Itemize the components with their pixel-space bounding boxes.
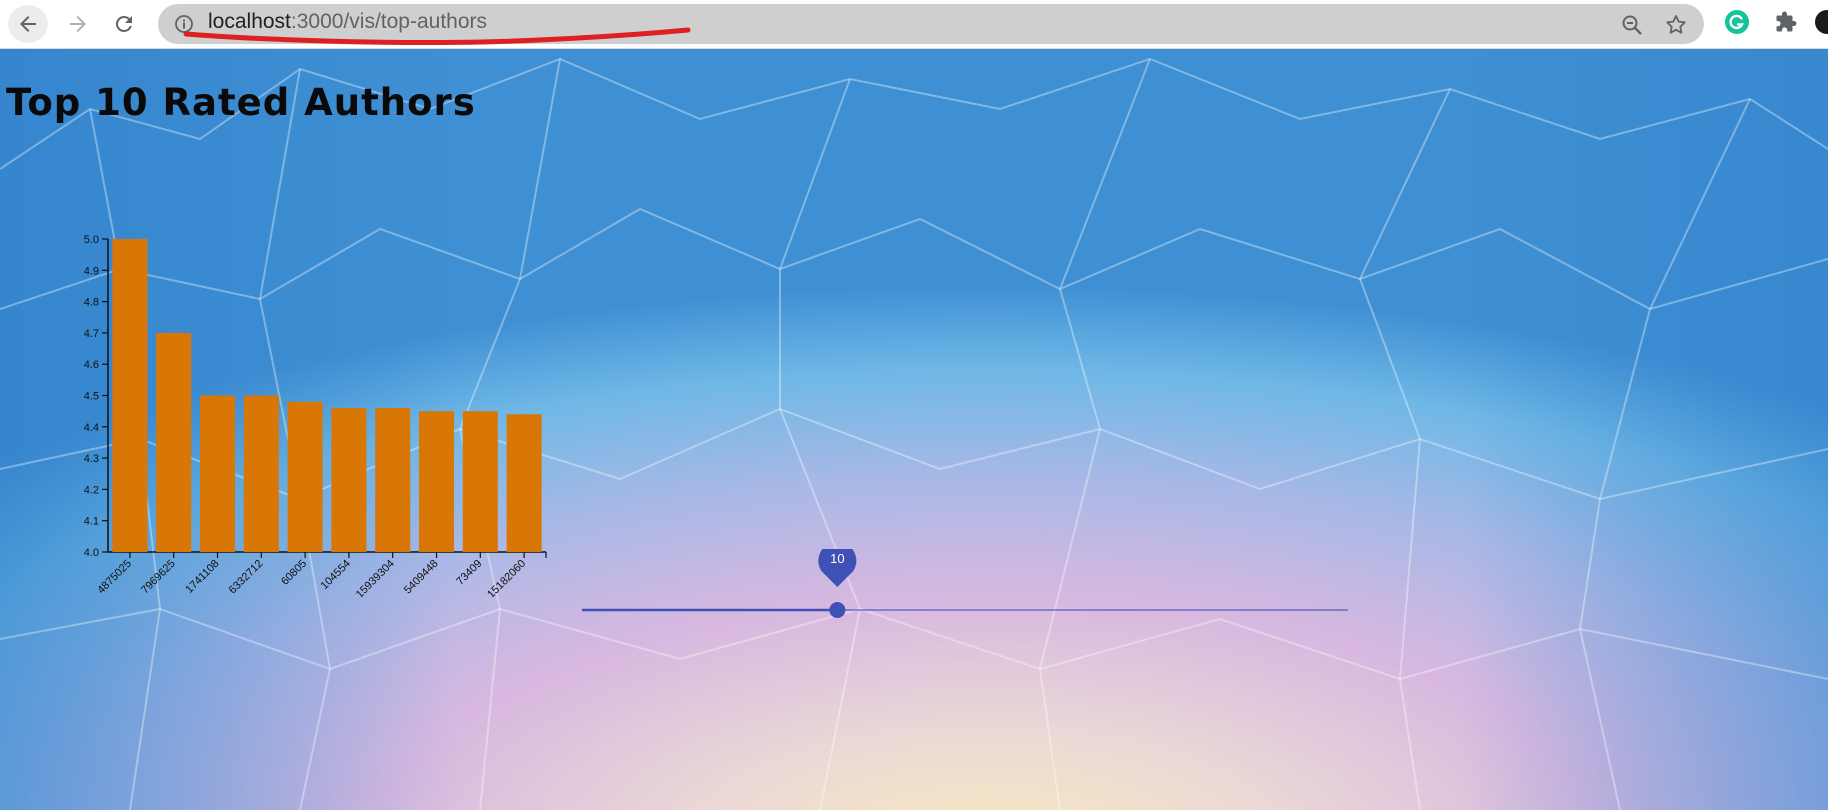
url-text[interactable]: localhost:3000/vis/top-authors	[208, 10, 487, 34]
url-path: :3000/vis/top-authors	[290, 10, 488, 33]
bar-6332712	[243, 395, 279, 552]
back-icon	[20, 16, 36, 32]
page-content: Top 10 Rated Authors 4.0 4.1 4.2 4.3 4.4 4.5 4…	[0, 49, 1828, 810]
bar-15939304	[375, 408, 411, 552]
info-icon[interactable]	[174, 14, 194, 34]
reload-icon	[116, 16, 132, 32]
slider-value-label: 10	[830, 551, 844, 566]
y-tick-label: 4.6	[84, 359, 99, 371]
forward-icon	[70, 16, 86, 32]
bar-60805	[287, 401, 323, 552]
browser-toolbar: localhost:3000/vis/top-authors	[0, 0, 1828, 49]
bar-4875025	[112, 239, 148, 552]
x-tick-label: 60805	[279, 558, 309, 588]
bookmark-star-icon[interactable]	[1664, 13, 1688, 37]
zoom-icon[interactable]	[1620, 13, 1644, 37]
author-count-slider[interactable]: 10	[560, 549, 1360, 629]
y-tick-label: 4.3	[84, 453, 99, 465]
x-tick-label: 104554	[319, 558, 353, 592]
forward-button[interactable]	[58, 5, 98, 43]
x-tick-label: 1741108	[183, 558, 221, 596]
extensions-puzzle-icon[interactable]	[1774, 9, 1800, 35]
url-host: localhost	[208, 10, 291, 33]
bar-104554	[331, 408, 367, 552]
address-bar[interactable]: localhost:3000/vis/top-authors	[158, 4, 1704, 46]
bar-5409448	[418, 411, 455, 552]
y-tick-label: 4.7	[84, 328, 99, 340]
y-tick-label: 4.2	[84, 484, 99, 496]
y-tick-label: 4.0	[84, 547, 99, 559]
bar-chart: 4.0 4.1 4.2 4.3 4.4 4.5 4.6 4.7 4.8 4.9 5.0 4875025…	[84, 234, 547, 597]
y-tick-label: 4.8	[84, 297, 99, 309]
grammarly-icon[interactable]	[1724, 9, 1750, 35]
y-tick-label: 4.1	[84, 516, 99, 528]
y-tick-label: 4.4	[84, 422, 99, 434]
x-tick-label: 7969625	[139, 558, 178, 597]
x-tick-label: 15939304	[354, 558, 397, 597]
y-tick-label: 4.9	[84, 265, 99, 277]
x-tick-label: 5409448	[402, 558, 441, 597]
reload-button[interactable]	[104, 5, 144, 43]
bar-15182060	[506, 414, 542, 552]
bar-1741108	[199, 395, 236, 552]
x-tick-label: 4875025	[95, 558, 134, 597]
y-tick-label: 4.5	[84, 391, 99, 403]
x-tick-label: 15182060	[485, 558, 528, 597]
page-title: Top 10 Rated Authors	[6, 81, 476, 124]
profile-avatar-icon[interactable]	[1814, 9, 1828, 35]
x-tick-label: 73409	[454, 558, 484, 588]
bar-7969625	[156, 332, 192, 552]
back-button[interactable]	[8, 5, 48, 43]
bar-73409	[462, 411, 498, 552]
x-tick-label: 6332712	[227, 558, 266, 597]
y-tick-label: 5.0	[84, 234, 99, 246]
slider-thumb[interactable]: 10	[818, 549, 857, 618]
